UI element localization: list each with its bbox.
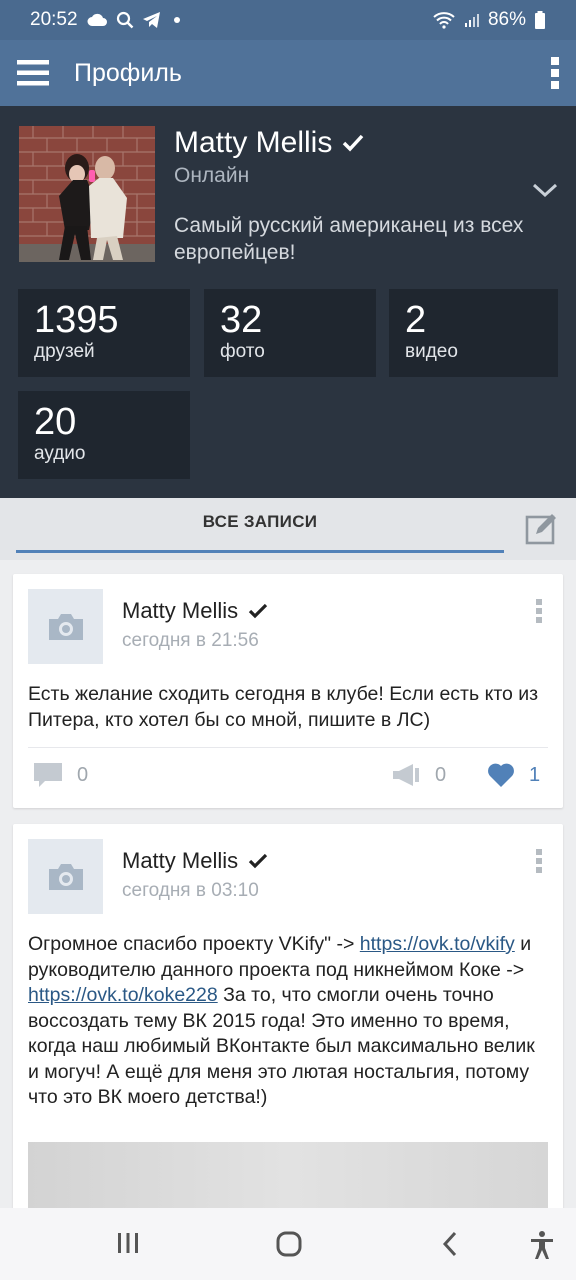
post-text: Огромное спасибо проекту VKify" -> https… [28,932,550,1111]
wifi-icon [433,12,455,29]
page-title: Профиль [74,58,182,87]
stat-label: видео [405,341,458,362]
more-vertical-icon[interactable] [550,56,560,90]
verified-check-icon [248,853,268,869]
post-author[interactable]: Matty Mellis [122,848,268,874]
more-vertical-icon[interactable] [535,598,543,624]
more-vertical-icon[interactable] [535,848,543,874]
stat-photos[interactable]: 32 фото [204,289,376,377]
stat-count: 2 [405,299,427,341]
stat-friends[interactable]: 1395 друзей [18,289,190,377]
camera-icon [48,613,83,640]
post-link[interactable]: https://ovk.to/koke228 [28,984,218,1006]
search-icon [116,11,133,29]
stat-label: аудио [34,443,86,464]
repost-button[interactable]: 0 [391,762,446,788]
app-bar: Профиль [0,40,576,106]
battery-percent: 86% [487,9,526,30]
camera-icon [48,863,83,890]
post-date: сегодня в 03:10 [122,880,259,901]
profile-name: Matty Mellis [174,126,364,160]
accessibility-icon[interactable] [528,1230,556,1260]
verified-check-icon [248,603,268,619]
post-text: Есть желание сходить сегодня в клубе! Ес… [28,683,539,731]
post-actions: 0 0 1 [13,758,563,798]
status-time: 20:52 [30,9,78,30]
stat-count: 20 [34,401,77,443]
stat-label: фото [220,341,265,362]
post-image[interactable] [28,1142,548,1212]
post-author[interactable]: Matty Mellis [122,598,268,624]
profile-avatar[interactable] [19,126,155,262]
comment-button[interactable]: 0 [33,762,88,788]
system-nav-bar [0,1208,576,1280]
post-author-name: Matty Mellis [122,848,239,873]
tab-all-posts[interactable]: ВСЕ ЗАПИСИ [16,512,504,552]
battery-icon [535,11,545,29]
back-icon[interactable] [440,1230,460,1258]
verified-check-icon [343,134,364,152]
cloud-icon [87,13,107,26]
chevron-down-icon[interactable] [532,182,558,198]
wall-tabs: ВСЕ ЗАПИСИ [0,498,576,560]
profile-bio: Самый русский американец из всех европей… [174,214,524,264]
post-link[interactable]: https://ovk.to/vkify [360,933,515,955]
edit-icon[interactable] [524,512,560,546]
post-author-name: Matty Mellis [122,598,239,623]
wall-post: Matty Mellis сегодня в 03:10 Огромное сп… [13,824,563,1224]
post-text-part: Огромное спасибо проекту VKify" -> [28,933,360,955]
wall-post: Matty Mellis сегодня в 21:56 Есть желани… [13,574,563,808]
like-button[interactable]: 1 [487,762,540,788]
dot-icon [173,17,180,23]
stat-count: 32 [220,299,263,341]
stat-label: друзей [34,341,95,362]
stat-count: 1395 [34,299,119,341]
heart-icon [488,763,514,787]
telegram-icon [142,12,160,28]
profile-name-text: Matty Mellis [174,126,333,159]
comment-count: 0 [77,763,89,786]
post-date: сегодня в 21:56 [122,630,259,651]
stat-videos[interactable]: 2 видео [389,289,558,377]
hamburger-icon[interactable] [16,58,50,88]
post-author-avatar[interactable] [28,589,103,664]
comment-icon [34,763,62,787]
like-count: 1 [529,763,541,786]
megaphone-icon [393,764,419,786]
repost-count: 0 [435,763,447,786]
stat-audio[interactable]: 20 аудио [18,391,190,479]
signal-icon [464,14,479,27]
post-author-avatar[interactable] [28,839,103,914]
recents-icon[interactable] [116,1230,140,1256]
home-icon[interactable] [275,1230,303,1258]
post-divider [28,747,548,748]
status-bar: 20:52 86% [0,0,576,40]
profile-header: Matty Mellis Онлайн Самый русский америк… [0,106,576,498]
tab-underline [16,550,504,553]
avatar-photo [19,126,155,262]
profile-online-status: Онлайн [174,164,250,187]
